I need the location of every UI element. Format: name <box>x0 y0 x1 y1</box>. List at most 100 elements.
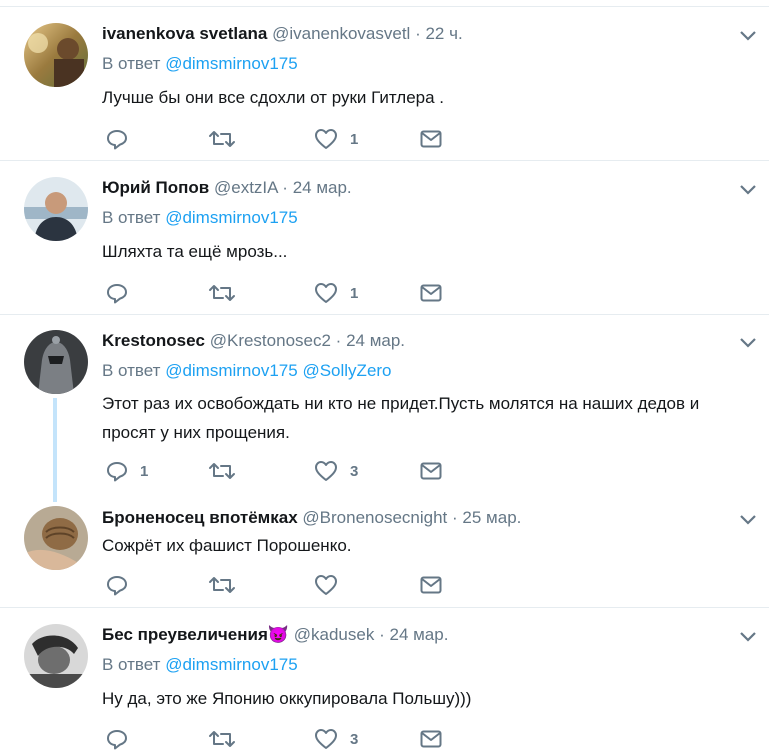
reply-button[interactable] <box>106 282 140 304</box>
chevron-down-icon[interactable] <box>739 337 757 349</box>
reply-prefix: В ответ <box>102 655 161 674</box>
mention-link[interactable]: @dimsmirnov175 <box>165 361 298 380</box>
tweet[interactable]: Броненосец впотёмках @Bronenosecnight · … <box>0 495 769 607</box>
devil-emoji: 😈 <box>267 625 290 644</box>
direct-message-icon <box>420 576 442 594</box>
reply-icon <box>107 576 127 596</box>
avatar[interactable] <box>24 506 88 570</box>
mention-link[interactable]: @dimsmirnov175 <box>165 655 298 674</box>
like-count: 3 <box>350 462 359 480</box>
reply-button[interactable] <box>106 128 140 150</box>
user-handle[interactable]: @Bronenosecnight <box>302 508 447 527</box>
timestamp[interactable]: 24 мар. <box>346 331 405 350</box>
like-button[interactable]: 1 <box>314 282 358 304</box>
direct-message-icon <box>420 462 442 480</box>
avatar[interactable] <box>24 624 88 688</box>
tweet[interactable]: ivanenkova svetlana @ivanenkovasvetl · 2… <box>0 6 769 160</box>
user-handle[interactable]: @Krestonosec2 <box>210 331 331 350</box>
tweet[interactable]: Бес преувеличения😈 @kadusek · 24 мар. В … <box>0 607 769 750</box>
tweet-text: Шляхта та ещё мрозь... <box>102 242 288 261</box>
retweet-button[interactable] <box>208 128 248 150</box>
user-handle[interactable]: @kadusek <box>294 625 375 644</box>
separator-dot: · <box>335 331 342 350</box>
tweet-header: Юрий Попов @extzIA · 24 мар. <box>102 178 352 198</box>
like-icon <box>315 575 337 595</box>
tweet-header: Броненосец впотёмках @Bronenosecnight · … <box>102 508 521 528</box>
timestamp[interactable]: 25 мар. <box>462 508 521 527</box>
like-button[interactable]: 1 <box>314 128 358 150</box>
user-handle[interactable]: @extzIA <box>214 178 278 197</box>
mention-link[interactable]: @SollyZero <box>302 361 391 380</box>
tweet[interactable]: Krestonosec @Krestonosec2 · 24 мар. В от… <box>0 314 769 495</box>
direct-message-button[interactable] <box>420 282 442 304</box>
reply-context: В ответ @dimsmirnov175 <box>102 655 298 675</box>
reply-prefix: В ответ <box>102 54 161 73</box>
reply-prefix: В ответ <box>102 208 161 227</box>
tweet-text: Сожрёт их фашист Порошенко. <box>102 536 352 555</box>
reply-icon <box>107 130 127 150</box>
direct-message-icon <box>420 730 442 748</box>
like-count: 3 <box>350 730 359 748</box>
user-name[interactable]: Юрий Попов <box>102 178 209 197</box>
user-name[interactable]: Бес преувеличения <box>102 625 268 644</box>
reply-button[interactable]: 1 <box>106 460 148 482</box>
retweet-icon <box>209 285 235 301</box>
retweet-icon <box>209 463 235 479</box>
direct-message-button[interactable] <box>420 574 442 596</box>
reply-context: В ответ @dimsmirnov175 <box>102 208 298 228</box>
direct-message-icon <box>420 130 442 148</box>
direct-message-icon <box>420 284 442 302</box>
retweet-button[interactable] <box>208 282 248 304</box>
tweet-header: ivanenkova svetlana @ivanenkovasvetl · 2… <box>102 24 463 44</box>
reply-prefix: В ответ <box>102 361 161 380</box>
reply-count: 1 <box>140 462 149 480</box>
like-button[interactable] <box>314 574 350 596</box>
separator-dot: · <box>282 178 288 197</box>
mention-link[interactable]: @dimsmirnov175 <box>165 54 298 73</box>
like-button[interactable]: 3 <box>314 460 358 482</box>
reply-button[interactable] <box>106 574 140 596</box>
chevron-down-icon[interactable] <box>739 184 757 196</box>
avatar[interactable] <box>24 177 88 241</box>
separator-dot: · <box>452 508 458 527</box>
chevron-down-icon[interactable] <box>739 514 757 526</box>
retweet-icon <box>209 131 235 147</box>
like-icon <box>315 283 337 303</box>
retweet-icon <box>209 577 235 593</box>
tweet[interactable]: Юрий Попов @extzIA · 24 мар. В ответ @di… <box>0 160 769 314</box>
tweet-actions <box>102 574 502 596</box>
like-icon <box>315 129 337 149</box>
mention-link[interactable]: @dimsmirnov175 <box>165 208 298 227</box>
retweet-button[interactable] <box>208 574 248 596</box>
reply-icon <box>107 462 127 482</box>
chevron-down-icon[interactable] <box>739 631 757 643</box>
direct-message-button[interactable] <box>420 128 442 150</box>
tweet-actions: 1 <box>102 282 502 304</box>
direct-message-button[interactable] <box>420 460 442 482</box>
user-name[interactable]: Броненосец впотёмках <box>102 508 298 527</box>
like-icon <box>315 461 337 481</box>
timestamp[interactable]: 24 мар. <box>293 178 352 197</box>
reply-icon <box>107 284 127 304</box>
reply-context: В ответ @dimsmirnov175 @SollyZero <box>102 361 392 381</box>
tweet-header: Krestonosec @Krestonosec2 · 24 мар. <box>102 331 405 351</box>
tweet-text: Этот раз их освобождать ни кто не придет… <box>102 394 700 442</box>
reply-context: В ответ @dimsmirnov175 <box>102 54 298 74</box>
timestamp[interactable]: 22 ч. <box>425 24 462 43</box>
separator-dot: · <box>379 625 385 644</box>
avatar[interactable] <box>24 23 88 87</box>
timestamp[interactable]: 24 мар. <box>389 625 448 644</box>
user-name[interactable]: Krestonosec <box>102 331 205 350</box>
separator-dot: · <box>415 24 421 43</box>
tweet-actions: 1 3 <box>102 460 502 482</box>
tweet-actions: 1 <box>102 128 502 150</box>
tweet-text: Лучше бы они все сдохли от руки Гитлера … <box>102 88 445 107</box>
user-handle[interactable]: @ivanenkovasvetl <box>272 24 410 43</box>
retweet-button[interactable] <box>208 460 248 482</box>
like-count: 1 <box>350 130 359 148</box>
chevron-down-icon[interactable] <box>739 30 757 42</box>
avatar[interactable] <box>24 330 88 394</box>
tweet-text: Ну да, это же Японию оккупировала Польшу… <box>102 689 472 708</box>
tweet-header: Бес преувеличения😈 @kadusek · 24 мар. <box>102 625 448 645</box>
user-name[interactable]: ivanenkova svetlana <box>102 24 267 43</box>
